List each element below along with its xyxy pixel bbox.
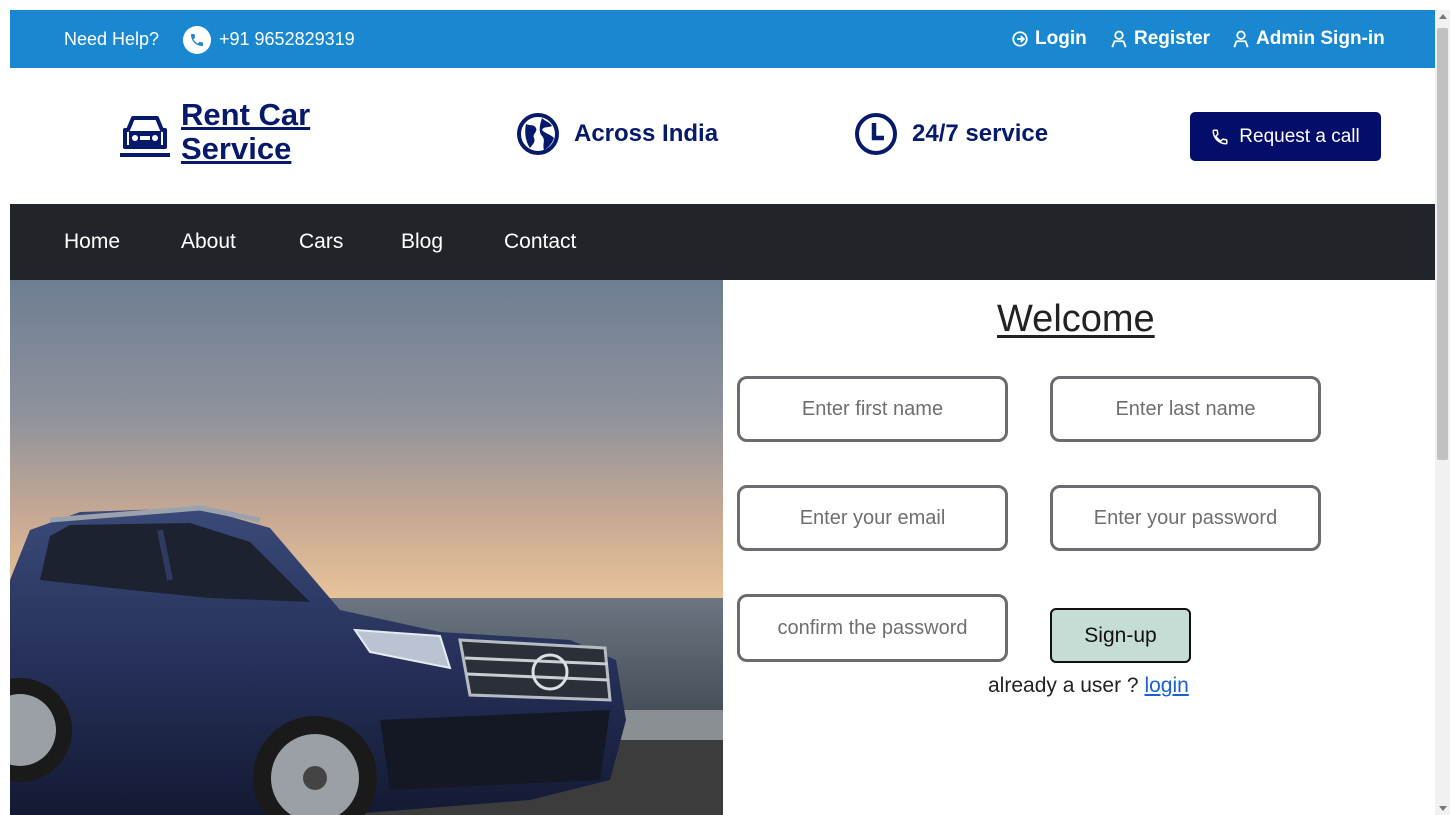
login-link[interactable]: Login xyxy=(1011,28,1087,50)
phone-icon xyxy=(1212,129,1228,145)
login-label: Login xyxy=(1035,28,1087,49)
feature-label: Across India xyxy=(574,120,719,147)
brand-logo[interactable]: Rent Car Service xyxy=(181,98,310,166)
main-nav: Home About Cars Blog Contact xyxy=(10,204,1435,280)
request-call-label: Request a call xyxy=(1239,125,1360,147)
login-link[interactable]: login xyxy=(1144,674,1188,697)
nav-item-home[interactable]: Home xyxy=(64,230,120,254)
signup-form: Welcome Sign-up already a user ? login xyxy=(723,280,1435,815)
admin-signin-label: Admin Sign-in xyxy=(1256,28,1385,49)
brand-line-2: Service xyxy=(181,131,292,166)
email-input[interactable] xyxy=(737,485,1008,551)
car-icon xyxy=(120,116,170,157)
feature-label: 24/7 service xyxy=(912,120,1049,147)
user-icon xyxy=(1233,30,1249,48)
feature-24-7-service: 24/7 service xyxy=(854,112,1048,156)
confirm-password-input[interactable] xyxy=(737,594,1008,662)
form-title: Welcome xyxy=(997,298,1155,340)
site-header: Rent Car Service Across India 24/7 servi… xyxy=(10,68,1435,204)
already-user-label: already a user ? xyxy=(988,674,1139,697)
nav-item-contact[interactable]: Contact xyxy=(504,230,576,254)
scroll-up-icon[interactable] xyxy=(1439,14,1447,19)
admin-signin-link[interactable]: Admin Sign-in xyxy=(1232,28,1385,50)
last-name-input[interactable] xyxy=(1050,376,1321,442)
globe-icon xyxy=(517,113,559,155)
page: Need Help? +91 9652829319 Login Register… xyxy=(10,10,1435,815)
scrollbar-thumb[interactable] xyxy=(1437,28,1448,460)
feature-across-india: Across India xyxy=(516,112,718,156)
first-name-input[interactable] xyxy=(737,376,1008,442)
user-icon xyxy=(1111,30,1127,48)
phone-icon xyxy=(183,26,211,54)
brand-line-1: Rent Car xyxy=(181,97,311,132)
request-call-button[interactable]: Request a call xyxy=(1190,112,1381,161)
password-input[interactable] xyxy=(1050,485,1321,551)
phone-number[interactable]: +91 9652829319 xyxy=(219,29,355,50)
nav-item-about[interactable]: About xyxy=(181,230,236,254)
top-bar: Need Help? +91 9652829319 Login Register… xyxy=(10,10,1435,68)
login-icon xyxy=(1012,31,1028,47)
nav-item-cars[interactable]: Cars xyxy=(299,230,343,254)
nav-item-blog[interactable]: Blog xyxy=(401,230,443,254)
page-scrollbar[interactable] xyxy=(1435,10,1450,815)
already-user-text: already a user ? login xyxy=(988,674,1189,698)
hero-car-image xyxy=(10,280,723,815)
register-label: Register xyxy=(1134,28,1211,49)
register-link[interactable]: Register xyxy=(1110,28,1210,50)
need-help-label: Need Help? xyxy=(64,29,160,49)
scroll-down-icon[interactable] xyxy=(1439,806,1447,811)
clock-icon xyxy=(855,113,897,155)
signup-button[interactable]: Sign-up xyxy=(1050,608,1191,663)
